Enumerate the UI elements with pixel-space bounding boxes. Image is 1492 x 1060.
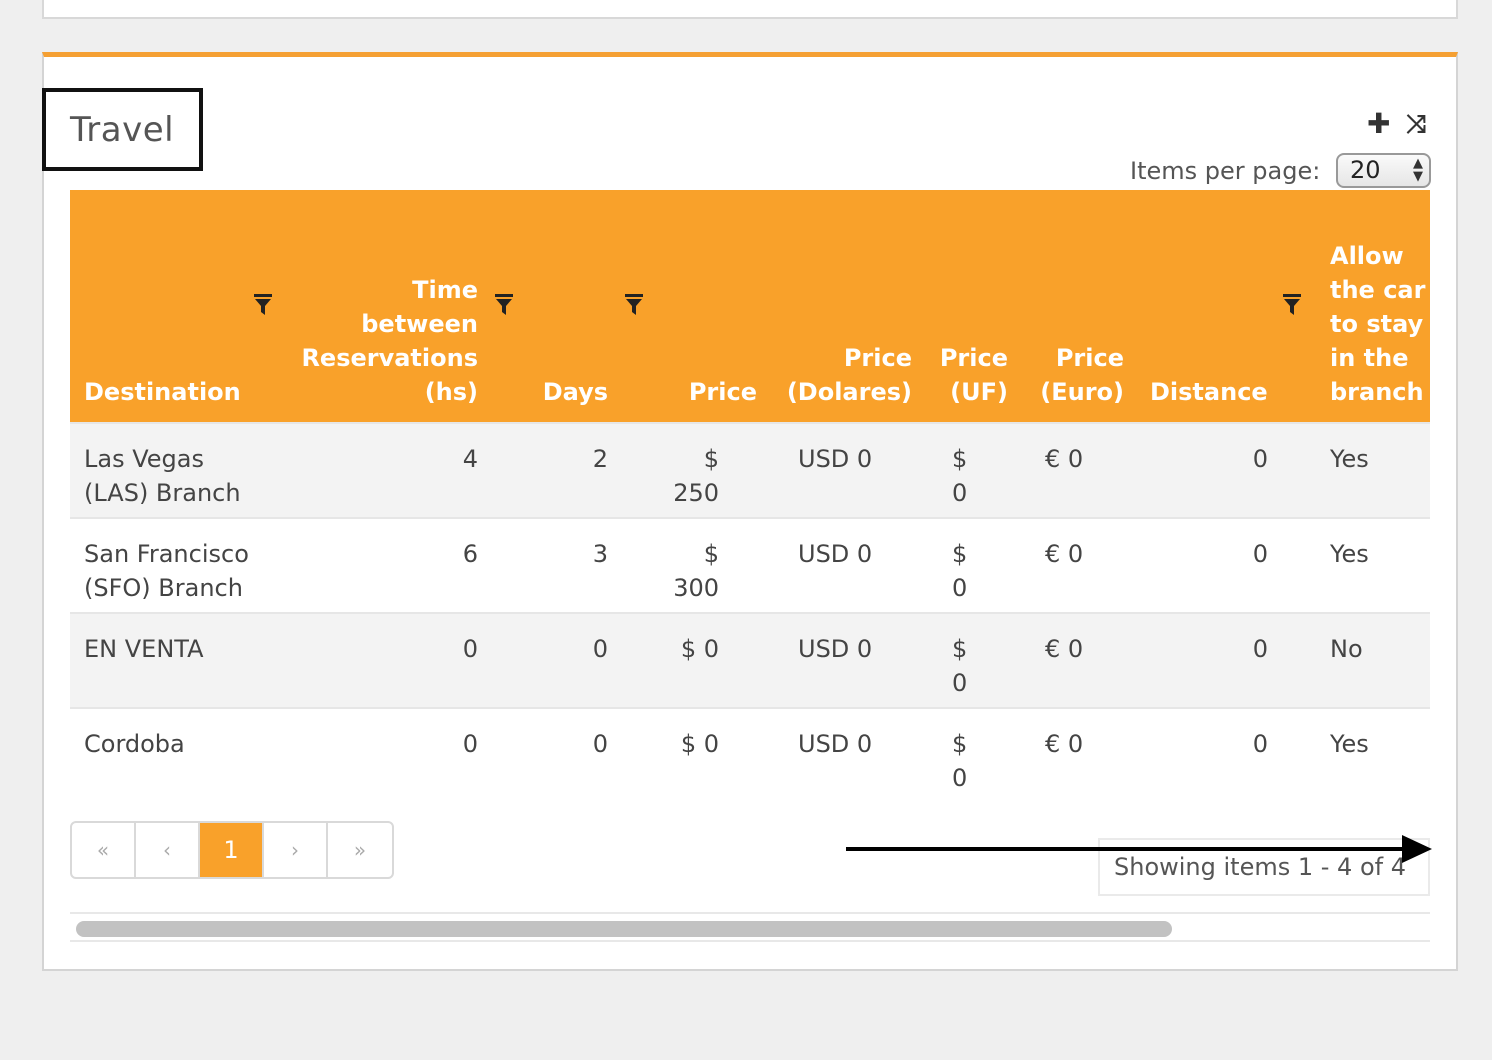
cell-allow: Yes	[1330, 730, 1369, 758]
cell-time: 6	[462, 540, 478, 568]
cell-days: 0	[592, 635, 608, 663]
last-page-button[interactable]: »	[328, 823, 392, 877]
table-row[interactable]: Las Vegas (LAS) Branch 4 2 $ 250 USD 0 $…	[70, 422, 1430, 517]
col-price-uf[interactable]: Price (UF)	[930, 341, 1008, 409]
col-price-dolares[interactable]: Price (Dolares)	[770, 341, 912, 409]
page-1-button[interactable]: 1	[200, 823, 264, 877]
table-row[interactable]: San Francisco (SFO) Branch 6 3 $ 300 USD…	[70, 517, 1430, 612]
table-row[interactable]: EN VENTA 0 0 $ 0 USD 0 $ 0 € 0 0 No	[70, 612, 1430, 707]
filter-icon[interactable]	[495, 294, 513, 315]
cell-distance: 0	[1252, 730, 1268, 758]
cell-days: 0	[592, 730, 608, 758]
cell-price-euro: € 0	[1045, 445, 1084, 473]
cell-price-uf: $ 0	[952, 540, 968, 602]
next-page-button[interactable]: ›	[264, 823, 328, 877]
cell-destination: Cordoba	[84, 730, 185, 758]
cell-allow: No	[1330, 635, 1363, 663]
cell-days: 3	[592, 540, 608, 568]
cell-price: $ 300	[673, 540, 719, 602]
horizontal-scrollbar[interactable]	[70, 912, 1430, 942]
cell-price-usd: USD 0	[798, 635, 873, 663]
col-days[interactable]: Days	[510, 375, 608, 409]
cell-price-uf: $ 0	[952, 635, 968, 697]
cell-price: $ 250	[673, 445, 719, 507]
cell-distance: 0	[1252, 540, 1268, 568]
cell-price-usd: USD 0	[798, 730, 873, 758]
shuffle-icon[interactable]: ⤨	[1406, 109, 1426, 139]
cell-price: $ 0	[680, 635, 719, 663]
filter-icon[interactable]	[254, 294, 272, 315]
col-time-between-reservations[interactable]: Time between Reservations (hs)	[290, 273, 478, 409]
cell-price-usd: USD 0	[798, 445, 873, 473]
items-per-page-select[interactable]: 20 ▲ ▼	[1336, 153, 1431, 188]
cell-destination: Las Vegas (LAS) Branch	[84, 445, 241, 507]
select-arrows-icon: ▲ ▼	[1413, 156, 1423, 184]
table-row[interactable]: Cordoba 0 0 $ 0 USD 0 $ 0 € 0 0 Yes	[70, 707, 1430, 802]
items-per-page-label: Items per page:	[1130, 157, 1321, 185]
panel-title: Travel	[70, 110, 175, 150]
cell-destination: EN VENTA	[84, 635, 204, 663]
filter-icon[interactable]	[625, 294, 643, 315]
cell-distance: 0	[1252, 445, 1268, 473]
cell-destination: San Francisco (SFO) Branch	[84, 540, 249, 602]
cell-distance: 0	[1252, 635, 1268, 663]
cell-price-euro: € 0	[1045, 730, 1084, 758]
cell-price-uf: $ 0	[952, 445, 968, 507]
table-header: Destination Time between Reservations (h…	[70, 190, 1430, 422]
col-destination[interactable]: Destination	[84, 375, 284, 409]
scrollbar-thumb[interactable]	[76, 921, 1172, 937]
cell-price-uf: $ 0	[952, 730, 968, 792]
cell-allow: Yes	[1330, 540, 1369, 568]
cell-days: 2	[592, 445, 608, 473]
travel-table: Destination Time between Reservations (h…	[70, 190, 1430, 802]
top-panel	[42, 0, 1458, 19]
travel-panel: Travel ✚ ⤨ Items per page: 20 ▲ ▼ Destina…	[42, 52, 1458, 971]
first-page-button[interactable]: «	[72, 823, 136, 877]
col-price-euro[interactable]: Price (Euro)	[1020, 341, 1124, 409]
col-price[interactable]: Price	[650, 375, 757, 409]
cell-time: 0	[462, 730, 478, 758]
pagination: « ‹ 1 › »	[70, 821, 394, 879]
cell-price-euro: € 0	[1045, 540, 1084, 568]
cell-price: $ 0	[680, 730, 719, 758]
col-allow-car-stay[interactable]: Allow the car to stay in the branch	[1330, 239, 1428, 409]
col-distance[interactable]: Distance	[1150, 375, 1280, 409]
filter-icon[interactable]	[1283, 294, 1301, 315]
cell-price-euro: € 0	[1045, 635, 1084, 663]
plus-icon[interactable]: ✚	[1367, 107, 1390, 140]
annotation-arrow-head	[1402, 835, 1432, 863]
annotation-arrow-line	[846, 847, 1416, 851]
cell-price-usd: USD 0	[798, 540, 873, 568]
items-per-page-value: 20	[1350, 156, 1381, 184]
cell-allow: Yes	[1330, 445, 1369, 473]
cell-time: 4	[462, 445, 478, 473]
cell-time: 0	[462, 635, 478, 663]
prev-page-button[interactable]: ‹	[136, 823, 200, 877]
title-highlight-box: Travel	[42, 88, 203, 171]
